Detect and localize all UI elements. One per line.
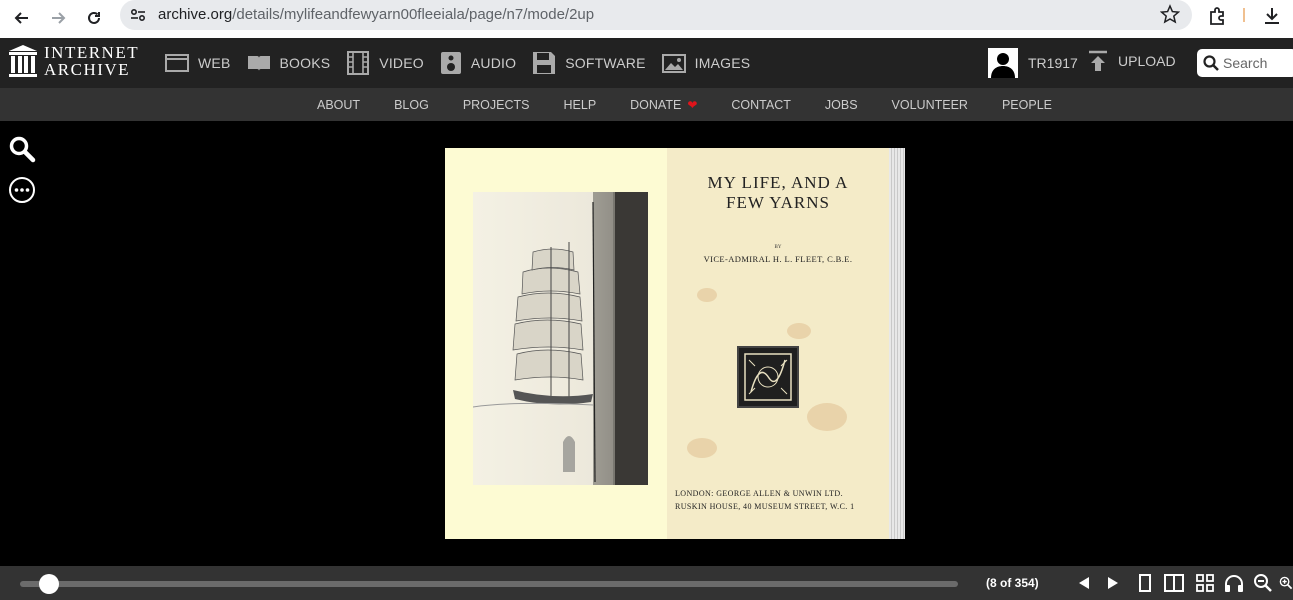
secondary-nav: ABOUT BLOG PROJECTS HELP DONATE ❤ CONTACT… <box>0 88 1293 121</box>
site-search[interactable] <box>1197 49 1293 77</box>
subnav-about[interactable]: ABOUT <box>300 88 377 121</box>
paper-stain <box>807 403 847 431</box>
nav-audio[interactable]: AUDIO <box>432 38 524 88</box>
film-icon <box>347 51 370 75</box>
headphones-icon <box>1225 575 1243 592</box>
internet-archive-logo[interactable]: INTERNET ARCHIVE <box>8 44 139 78</box>
paper-stain <box>787 323 811 339</box>
read-aloud-button[interactable] <box>1224 573 1244 593</box>
subnav-people[interactable]: PEOPLE <box>985 88 1069 121</box>
two-page-icon <box>1164 574 1184 592</box>
forward-arrow-icon <box>52 12 66 24</box>
zoom-out-icon <box>1254 574 1272 592</box>
zoom-out-button[interactable] <box>1253 573 1273 593</box>
page-edges <box>889 148 905 539</box>
subnav-volunteer[interactable]: VOLUNTEER <box>875 88 985 121</box>
heart-icon: ❤ <box>687 97 698 112</box>
nav-books[interactable]: BOOKS <box>239 38 339 88</box>
zoom-in-icon <box>1279 576 1293 590</box>
avatar <box>988 48 1018 78</box>
logo-text: INTERNET ARCHIVE <box>44 43 140 79</box>
subnav-projects[interactable]: PROJECTS <box>446 88 547 121</box>
publisher-line1: LONDON: GEORGE ALLEN & UNWIN LTD. <box>675 489 843 498</box>
search-inside-icon[interactable] <box>8 135 36 163</box>
nav-web[interactable]: WEB <box>157 38 239 88</box>
search-icon <box>1203 55 1219 71</box>
page-indicator: (8 of 354) <box>986 576 1039 590</box>
floppy-icon <box>533 52 556 74</box>
publisher-device <box>737 346 799 408</box>
nav-software[interactable]: SOFTWARE <box>524 38 653 88</box>
books-icon <box>247 56 270 71</box>
paper-stain <box>697 288 717 302</box>
reader-navbar: (8 of 354) <box>0 566 1293 600</box>
left-page[interactable] <box>445 148 667 539</box>
by-text: BY <box>774 245 782 250</box>
reload-icon <box>88 11 100 24</box>
image-icon <box>661 54 686 73</box>
book-title-line1: MY LIFE, AND A <box>707 173 849 192</box>
next-page-button[interactable] <box>1103 573 1123 593</box>
publisher-emblem-icon <box>744 353 792 401</box>
url-text: archive.org/details/mylifeandfewyarn00fl… <box>158 6 595 23</box>
toolbar-divider <box>1243 8 1245 22</box>
single-page-icon <box>1139 574 1151 592</box>
address-bar[interactable]: archive.org/details/mylifeandfewyarn00fl… <box>120 0 1192 30</box>
username: TR1917 <box>1028 55 1078 71</box>
site-info-icon[interactable] <box>128 5 148 25</box>
archive-building-icon <box>9 45 37 77</box>
grid-icon <box>1196 574 1214 592</box>
user-silhouette-icon <box>991 53 1015 78</box>
upload-button[interactable]: UPLOAD <box>1088 50 1176 72</box>
zoom-in-button[interactable] <box>1279 573 1293 593</box>
more-options-icon[interactable] <box>8 176 36 204</box>
publisher-line2: RUSKIN HOUSE, 40 MUSEUM STREET, W.C. 1 <box>675 502 855 511</box>
media-nav: WEB BOOKS VIDEO AUDIO SOFTWARE IMAGES <box>157 38 758 88</box>
triangle-left-icon <box>1079 577 1089 589</box>
user-menu[interactable]: TR1917 <box>988 48 1078 78</box>
subnav-blog[interactable]: BLOG <box>377 88 446 121</box>
speaker-icon <box>440 52 461 74</box>
ship-frontispiece <box>472 192 648 485</box>
paper-stain <box>687 438 717 458</box>
search-input[interactable] <box>1223 55 1293 71</box>
nav-images[interactable]: IMAGES <box>654 38 759 88</box>
upload-icon <box>1089 50 1107 71</box>
web-icon <box>165 54 189 72</box>
back-button[interactable] <box>8 4 36 32</box>
book-author: VICE-ADMIRAL H. L. FLEET, C.B.E. <box>703 254 853 264</box>
subnav-donate[interactable]: DONATE ❤ <box>613 88 714 121</box>
site-header: INTERNET ARCHIVE WEB BOOKS VIDEO AUDIO S… <box>0 38 1293 88</box>
forward-button[interactable] <box>44 4 72 32</box>
prev-page-button[interactable] <box>1074 573 1094 593</box>
nav-video[interactable]: VIDEO <box>338 38 432 88</box>
page-slider-handle[interactable] <box>38 574 59 594</box>
title-page[interactable]: MY LIFE, AND A FEW YARNS BY VICE-ADMIRAL… <box>667 148 889 539</box>
book-title-line2: FEW YARNS <box>726 193 830 212</box>
back-arrow-icon <box>14 12 28 24</box>
subnav-help[interactable]: HELP <box>547 88 614 121</box>
two-page-view-button[interactable] <box>1164 573 1184 593</box>
download-icon[interactable] <box>1260 4 1284 28</box>
bookmark-star-icon[interactable] <box>1160 4 1180 26</box>
book-reader: MY LIFE, AND A FEW YARNS BY VICE-ADMIRAL… <box>0 121 1293 566</box>
subnav-jobs[interactable]: JOBS <box>808 88 875 121</box>
extensions-icon[interactable] <box>1206 4 1230 28</box>
thumbnail-view-button[interactable] <box>1195 573 1215 593</box>
sailing-ship-illustration <box>472 192 648 485</box>
reload-button[interactable] <box>80 4 108 32</box>
triangle-right-icon <box>1108 577 1118 589</box>
subnav-contact[interactable]: CONTACT <box>714 88 808 121</box>
two-page-spread[interactable]: MY LIFE, AND A FEW YARNS BY VICE-ADMIRAL… <box>445 148 905 539</box>
browser-toolbar: archive.org/details/mylifeandfewyarn00fl… <box>0 0 1293 38</box>
one-page-view-button[interactable] <box>1135 573 1155 593</box>
page-slider-track[interactable] <box>20 581 958 587</box>
